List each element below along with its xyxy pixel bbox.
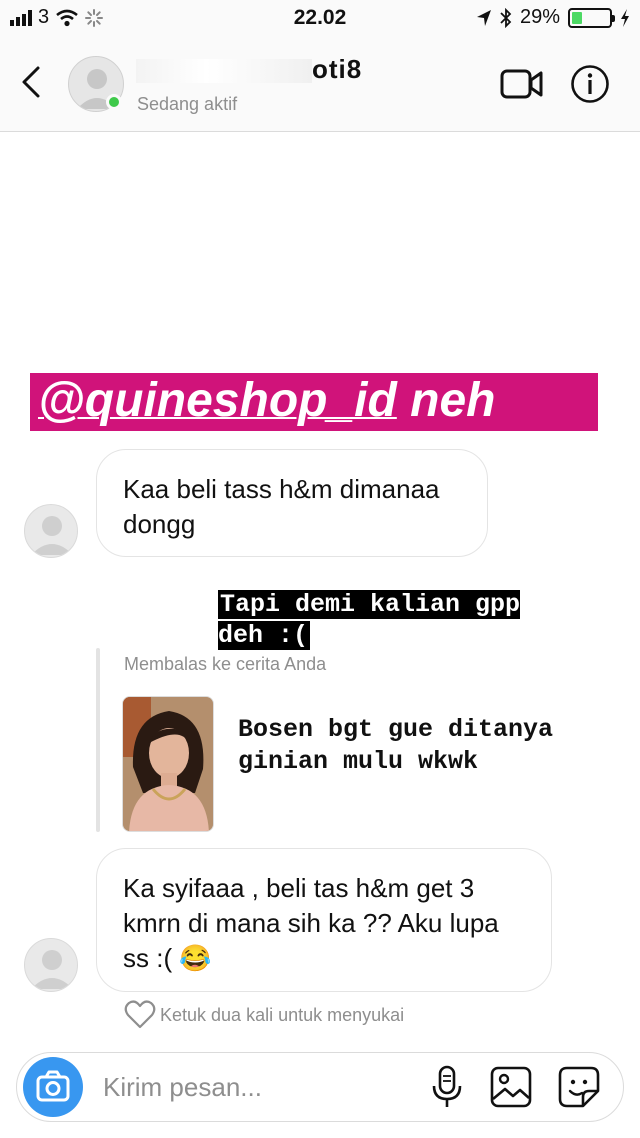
message-bubble[interactable]: Ka syifaaa , beli tas h&m get 3 kmrn di … — [96, 848, 552, 992]
location-icon — [476, 9, 491, 26]
username-visible-part: oti8 — [312, 54, 363, 84]
message-composer — [16, 1052, 624, 1122]
reply-label: Membalas ke cerita Anda — [124, 654, 327, 674]
story-photo-image — [123, 697, 213, 831]
status-bar: 3 22.02 29% — [0, 0, 640, 36]
camera-icon — [36, 1070, 70, 1102]
back-chevron-icon[interactable] — [14, 62, 50, 102]
microphone-icon[interactable] — [427, 1065, 467, 1109]
avatar-placeholder-icon — [31, 516, 73, 555]
story-mention-handle[interactable]: @quineshop_id — [38, 374, 397, 427]
emoji-laughing-icon: 😂 — [179, 943, 212, 973]
heart-icon[interactable] — [124, 1000, 156, 1030]
reply-quote-bar — [96, 648, 100, 832]
battery-percent: 29% — [519, 6, 560, 28]
chat-username[interactable]: oti8 — [136, 54, 362, 85]
sender-avatar[interactable] — [24, 938, 78, 992]
sticker-icon[interactable] — [557, 1065, 601, 1109]
like-hint-text: Ketuk dua kali untuk menyukai — [160, 1004, 405, 1025]
bluetooth-icon — [500, 7, 512, 28]
message-text: Kaa beli tass h&m dimanaa dongg — [123, 474, 440, 539]
story-mention-banner[interactable]: @quineshop_id neh — [30, 373, 598, 431]
status-right: 29% — [476, 6, 630, 29]
video-call-icon[interactable] — [500, 66, 544, 102]
chat-header: oti8 Sedang aktif — [0, 36, 640, 132]
username-redaction — [136, 59, 312, 84]
message-input[interactable] — [103, 1067, 403, 1107]
message-bubble[interactable]: Kaa beli tass h&m dimanaa dongg — [96, 449, 488, 557]
info-icon[interactable] — [570, 64, 610, 104]
sender-avatar[interactable] — [24, 504, 78, 558]
charging-icon — [621, 8, 629, 27]
avatar-placeholder-icon — [31, 950, 73, 989]
battery-icon — [568, 7, 615, 28]
camera-button[interactable] — [23, 1057, 83, 1117]
story-caption-text: Tapi demi kalian gpp deh :( — [218, 590, 521, 650]
like-hint: Ketuk dua kali untuk menyukai — [124, 1000, 404, 1030]
online-indicator — [106, 94, 122, 110]
story-text: Bosen bgt gue ditanya ginian mulu wkwk — [238, 715, 554, 776]
story-thumbnail[interactable] — [122, 696, 214, 832]
story-caption: Tapi demi kalian gpp deh :( — [218, 589, 568, 651]
story-mention-text: @quineshop_id neh — [38, 373, 496, 429]
active-status: Sedang aktif — [137, 94, 238, 114]
story-mention-caption: neh — [410, 374, 496, 427]
battery-level — [572, 11, 583, 24]
gallery-icon[interactable] — [489, 1065, 533, 1109]
